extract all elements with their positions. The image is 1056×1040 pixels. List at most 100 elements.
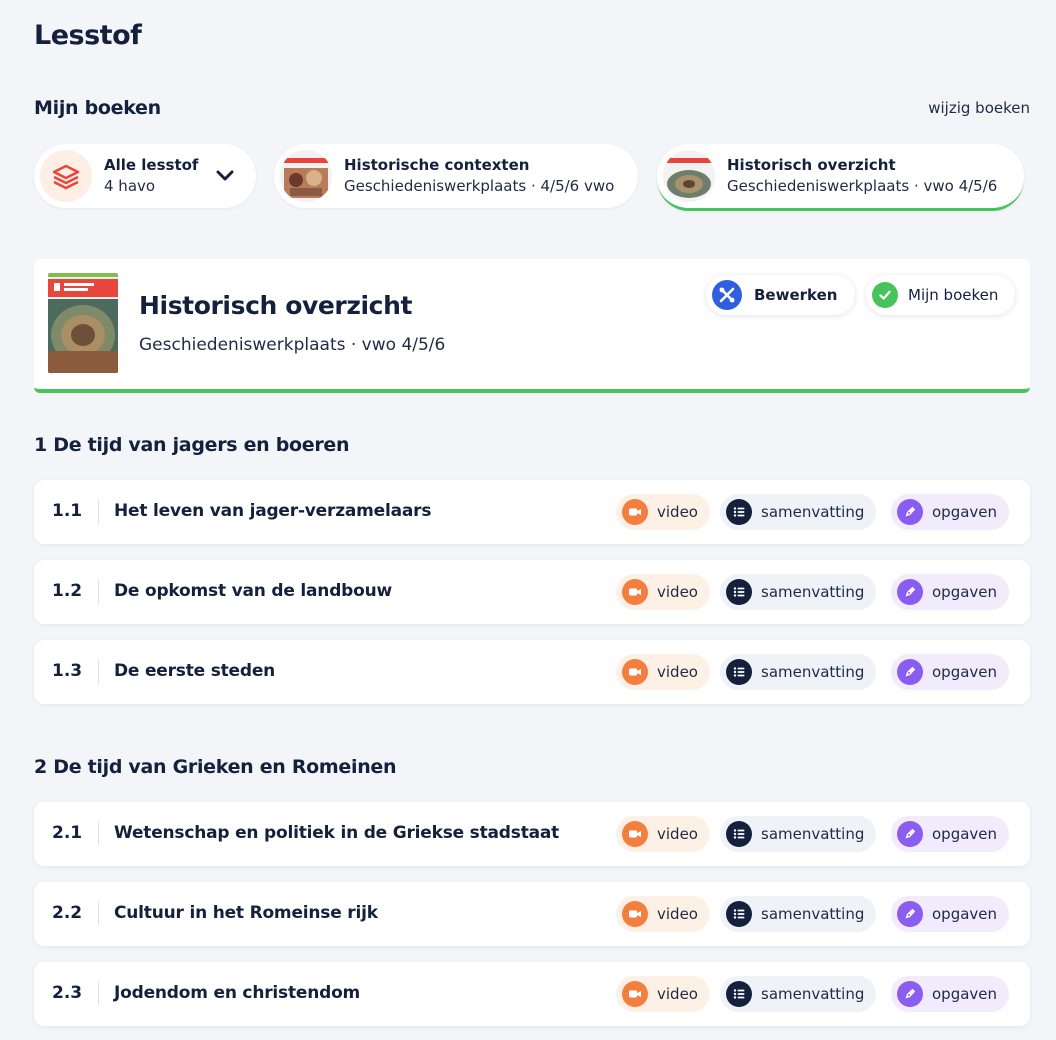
selected-book-title: Historisch overzicht xyxy=(139,291,413,320)
summary-label: samenvatting xyxy=(761,985,865,1003)
divider xyxy=(98,580,99,604)
exercises-chip[interactable]: opgaven xyxy=(891,494,1010,530)
book-cover-thumbnail xyxy=(280,150,332,202)
video-camera-icon xyxy=(622,499,648,525)
my-books-button-label: Mijn boeken xyxy=(908,286,999,304)
book-pill-title: Alle lesstof xyxy=(104,156,199,174)
paragraph-row[interactable]: 2.2 Cultuur in het Romeinse rijk video s… xyxy=(34,882,1030,946)
video-camera-icon xyxy=(622,579,648,605)
chapter-heading: 2 De tijd van Grieken en Romeinen xyxy=(34,756,397,778)
video-label: video xyxy=(657,825,698,843)
divider xyxy=(98,982,99,1006)
pen-nib-icon xyxy=(897,821,923,847)
tools-icon xyxy=(712,280,742,310)
list-icon xyxy=(726,659,752,685)
edit-books-link[interactable]: wijzig boeken xyxy=(928,99,1030,117)
summary-chip[interactable]: samenvatting xyxy=(720,976,877,1012)
paragraph-number: 2.1 xyxy=(52,823,83,843)
video-label: video xyxy=(657,503,698,521)
list-icon xyxy=(726,901,752,927)
paragraph-title: Cultuur in het Romeinse rijk xyxy=(114,903,378,923)
edit-button[interactable]: Bewerken xyxy=(706,275,855,315)
summary-label: samenvatting xyxy=(761,663,865,681)
book-pill-historische-contexten[interactable]: Historische contexten Geschiedeniswerkpl… xyxy=(274,144,638,208)
pen-nib-icon xyxy=(897,579,923,605)
divider xyxy=(98,500,99,524)
summary-chip[interactable]: samenvatting xyxy=(720,896,877,932)
list-icon xyxy=(726,499,752,525)
video-chip[interactable]: video xyxy=(616,976,710,1012)
exercises-label: opgaven xyxy=(932,825,998,843)
page-title: Lesstof xyxy=(34,20,142,51)
exercises-chip[interactable]: opgaven xyxy=(891,816,1010,852)
divider xyxy=(98,822,99,846)
video-chip[interactable]: video xyxy=(616,574,710,610)
summary-label: samenvatting xyxy=(761,503,865,521)
book-pill-subtitle: Geschiedeniswerkplaats · vwo 4/5/6 xyxy=(727,177,998,195)
book-pill-all-lesstof[interactable]: Alle lesstof 4 havo xyxy=(34,144,256,208)
layers-icon xyxy=(40,150,92,202)
exercises-label: opgaven xyxy=(932,583,998,601)
list-icon xyxy=(726,821,752,847)
edit-button-label: Bewerken xyxy=(754,286,838,304)
paragraph-number: 1.3 xyxy=(52,661,83,681)
paragraph-row[interactable]: 1.3 De eerste steden video samenvatting … xyxy=(34,640,1030,704)
checkmark-icon xyxy=(872,282,898,308)
selected-book-subtitle: Geschiedeniswerkplaats · vwo 4/5/6 xyxy=(139,335,446,355)
summary-label: samenvatting xyxy=(761,905,865,923)
list-icon xyxy=(726,981,752,1007)
my-books-button[interactable]: Mijn boeken xyxy=(866,275,1015,315)
pen-nib-icon xyxy=(897,901,923,927)
exercises-chip[interactable]: opgaven xyxy=(891,976,1010,1012)
video-label: video xyxy=(657,985,698,1003)
pen-nib-icon xyxy=(897,981,923,1007)
video-chip[interactable]: video xyxy=(616,816,710,852)
video-label: video xyxy=(657,663,698,681)
book-cover-image xyxy=(48,273,118,373)
pen-nib-icon xyxy=(897,499,923,525)
paragraph-number: 1.2 xyxy=(52,581,83,601)
exercises-chip[interactable]: opgaven xyxy=(891,574,1010,610)
paragraph-title: Het leven van jager-verzamelaars xyxy=(114,501,432,521)
paragraph-row[interactable]: 1.1 Het leven van jager-verzamelaars vid… xyxy=(34,480,1030,544)
exercises-label: opgaven xyxy=(932,663,998,681)
book-pill-title: Historische contexten xyxy=(344,156,530,174)
paragraph-title: Wetenschap en politiek in de Griekse sta… xyxy=(114,823,560,843)
exercises-label: opgaven xyxy=(932,503,998,521)
exercises-label: opgaven xyxy=(932,985,998,1003)
summary-label: samenvatting xyxy=(761,583,865,601)
summary-label: samenvatting xyxy=(761,825,865,843)
paragraph-title: Jodendom en christendom xyxy=(114,983,361,1003)
list-icon xyxy=(726,579,752,605)
book-cover-thumbnail xyxy=(663,150,715,202)
my-books-header: Mijn boeken wijzig boeken xyxy=(34,97,1030,119)
book-pill-historisch-overzicht[interactable]: Historisch overzicht Geschiedeniswerkpla… xyxy=(657,144,1024,211)
summary-chip[interactable]: samenvatting xyxy=(720,816,877,852)
video-chip[interactable]: video xyxy=(616,896,710,932)
paragraph-row[interactable]: 1.2 De opkomst van de landbouw video sam… xyxy=(34,560,1030,624)
video-label: video xyxy=(657,905,698,923)
chapter-heading: 1 De tijd van jagers en boeren xyxy=(34,434,350,456)
video-chip[interactable]: video xyxy=(616,494,710,530)
divider xyxy=(98,660,99,684)
summary-chip[interactable]: samenvatting xyxy=(720,494,877,530)
pen-nib-icon xyxy=(897,659,923,685)
video-label: video xyxy=(657,583,698,601)
paragraph-row[interactable]: 2.3 Jodendom en christendom video samenv… xyxy=(34,962,1030,1026)
book-pill-subtitle: 4 havo xyxy=(104,177,156,195)
summary-chip[interactable]: samenvatting xyxy=(720,654,877,690)
summary-chip[interactable]: samenvatting xyxy=(720,574,877,610)
exercises-chip[interactable]: opgaven xyxy=(891,896,1010,932)
selected-book-card: Historisch overzicht Geschiedeniswerkpla… xyxy=(34,259,1030,393)
book-pill-subtitle: Geschiedeniswerkplaats · 4/5/6 vwo xyxy=(344,177,615,195)
paragraph-row[interactable]: 2.1 Wetenschap en politiek in de Griekse… xyxy=(34,802,1030,866)
video-chip[interactable]: video xyxy=(616,654,710,690)
paragraph-title: De eerste steden xyxy=(114,661,276,681)
exercises-chip[interactable]: opgaven xyxy=(891,654,1010,690)
chevron-down-icon[interactable] xyxy=(212,162,238,188)
video-camera-icon xyxy=(622,659,648,685)
paragraph-number: 2.2 xyxy=(52,903,83,923)
paragraph-number: 1.1 xyxy=(52,501,83,521)
video-camera-icon xyxy=(622,901,648,927)
exercises-label: opgaven xyxy=(932,905,998,923)
